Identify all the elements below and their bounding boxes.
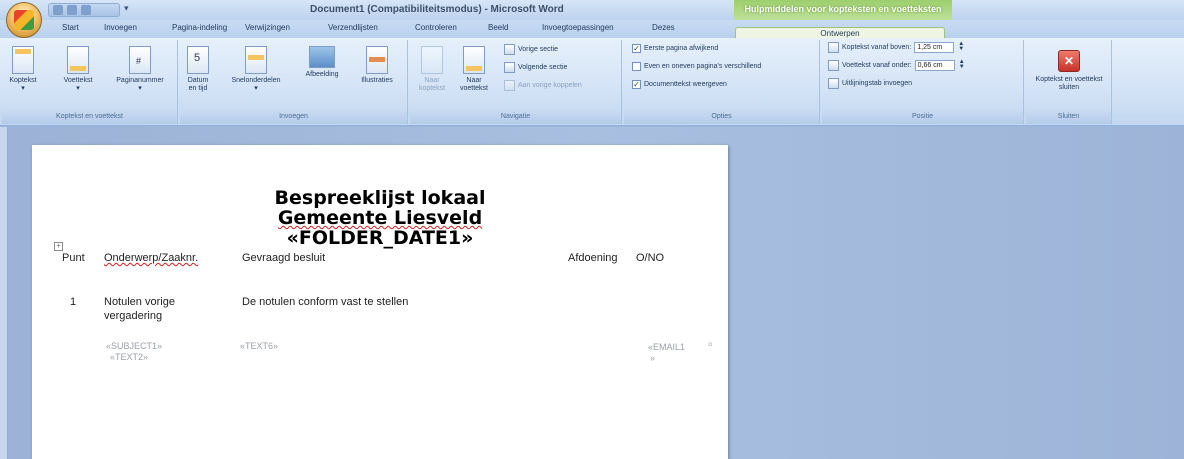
previous-section-button[interactable]: Vorige sectie (504, 44, 558, 55)
header-onderwerp: Onderwerp/Zaaknr. (104, 252, 199, 264)
different-odd-even-checkbox[interactable]: Even en oneven pagina's verschillend (632, 62, 761, 71)
quick-parts-icon (245, 46, 267, 74)
close-icon: ✕ (1058, 50, 1080, 72)
document-page[interactable]: Bespreeklijst lokaal Gemeente Liesveld «… (32, 145, 728, 459)
quick-access-toolbar[interactable] (48, 3, 120, 17)
title-bar: ▾ Document1 (Compatibiliteitsmodus) - Mi… (0, 0, 1184, 27)
group-navigation: Naar koptekst Naar voettekst Vorige sect… (410, 40, 622, 124)
field-text6: «TEXT6» (240, 341, 279, 351)
row1-onderwerp: Notulen vorige vergadering (104, 296, 175, 322)
checkbox-icon: ✓ (632, 80, 641, 89)
field-email-end: » (650, 353, 656, 363)
group-label: Opties (624, 111, 819, 124)
field-text2: «TEXT2» (110, 352, 149, 362)
goto-footer-icon (463, 46, 485, 74)
chevron-down-icon[interactable]: ▾ (124, 3, 134, 15)
row1-punt: 1 (70, 296, 77, 308)
vertical-ruler (0, 127, 8, 459)
goto-header-icon (421, 46, 443, 74)
row1-gevraagd-besluit: De notulen conform vast te stellen (242, 296, 409, 308)
clip-art-button[interactable]: Illustraties (352, 46, 402, 85)
clip-art-icon (366, 46, 388, 74)
header-from-top-input[interactable]: 1,25 cm (914, 42, 955, 53)
group-label: Positie (822, 111, 1023, 124)
insert-alignment-tab-button[interactable]: Uitlijningstab invoegen (828, 78, 912, 89)
group-options: ✓ Eerste pagina afwijkend Even en oneven… (624, 40, 820, 124)
close-header-footer-button[interactable]: ✕ Koptekst en voettekst sluiten (1030, 50, 1108, 92)
different-first-page-checkbox[interactable]: ✓ Eerste pagina afwijkend (632, 44, 718, 53)
tab-dezes[interactable]: Dezes (652, 23, 675, 32)
field-subject: «SUBJECT1» (106, 341, 163, 351)
show-document-text-checkbox[interactable]: ✓ Documenttekst weergeven (632, 80, 727, 89)
tab-verzendlijsten[interactable]: Verzendlijsten (328, 23, 378, 32)
office-button[interactable] (6, 2, 42, 38)
group-label: Navigatie (410, 111, 621, 124)
page-number-icon: # (129, 46, 151, 74)
footer-button[interactable]: Voettekst ▾ (58, 46, 98, 93)
checkbox-icon (632, 62, 641, 71)
group-label: Sluiten (1026, 111, 1111, 124)
page-number-button[interactable]: # Paginanummer ▾ (112, 46, 168, 93)
checkbox-icon: ✓ (632, 44, 641, 53)
tab-verwijzingen[interactable]: Verwijzingen (245, 23, 290, 32)
tab-start[interactable]: Start (62, 23, 79, 32)
alignment-tab-icon (828, 78, 839, 89)
tab-pagina-indeling[interactable]: Pagina-indeling (172, 23, 227, 32)
group-label: Invoegen (180, 111, 407, 124)
header-punt: Punt (62, 252, 85, 264)
title-line-1: Bespreeklijst lokaal (274, 187, 486, 209)
picture-icon (309, 46, 335, 68)
footer-from-bottom-row: Voettekst vanaf onder: 0,66 cm ▲ ▼ (828, 59, 966, 71)
cell-end-marker-icon: ¤ (708, 340, 713, 349)
picture-button[interactable]: Afbeelding (296, 46, 348, 79)
goto-footer-button[interactable]: Naar voettekst (454, 46, 494, 93)
group-close: ✕ Koptekst en voettekst sluiten Sluiten (1026, 40, 1112, 124)
header-position-icon (828, 42, 839, 53)
date-time-button[interactable]: 5 Datum en tijd (184, 46, 212, 93)
tab-invoegtoepassingen[interactable]: Invoegtoepassingen (542, 23, 614, 32)
link-icon (504, 80, 515, 91)
next-section-button[interactable]: Volgende sectie (504, 62, 567, 73)
link-to-previous-button[interactable]: Aan vorige koppelen (504, 80, 582, 91)
header-afdoening: Afdoening (568, 252, 618, 264)
previous-section-icon (504, 44, 515, 55)
window-title: Document1 (Compatibiliteitsmodus) - Micr… (310, 4, 564, 15)
calendar-icon: 5 (187, 46, 209, 74)
group-label: Koptekst en voettekst (2, 111, 177, 124)
spinner-icon[interactable]: ▲ ▼ (957, 41, 965, 53)
footer-icon (67, 46, 89, 74)
office-logo-icon (14, 10, 34, 30)
header-o-no: O/NO (636, 252, 665, 264)
group-header-footer: Koptekst ▾ Voettekst ▾ # Paginanummer ▾ Kop… (2, 40, 178, 124)
field-email: «EMAIL1 (648, 342, 686, 352)
footer-position-icon (828, 60, 839, 71)
header-from-top-row: Koptekst vanaf boven: 1,25 cm ▲ ▼ (828, 41, 965, 53)
quick-parts-button[interactable]: Snelonderdelen ▾ (218, 46, 294, 93)
group-position: Koptekst vanaf boven: 1,25 cm ▲ ▼ Voettek… (822, 40, 1024, 124)
header-icon (12, 46, 34, 74)
ribbon-tabs: Start Invoegen Pagina-indeling Verwijzin… (0, 20, 1184, 39)
tab-invoegen[interactable]: Invoegen (104, 23, 137, 32)
title-line-2: Gemeente Liesveld (277, 207, 483, 229)
header-gevraagd-besluit: Gevraagd besluit (242, 252, 326, 264)
spinner-icon[interactable]: ▲ ▼ (958, 59, 966, 71)
table-move-handle-icon[interactable]: + (54, 242, 63, 251)
ribbon: Koptekst ▾ Voettekst ▾ # Paginanummer ▾ Kop… (0, 38, 1184, 126)
group-insert: 5 Datum en tijd Snelonderdelen ▾ Afbeeldi… (180, 40, 408, 124)
goto-header-button[interactable]: Naar koptekst (412, 46, 452, 93)
next-section-icon (504, 62, 515, 73)
footer-from-bottom-input[interactable]: 0,66 cm (914, 60, 955, 71)
title-line-3: «FOLDER_DATE1» (286, 227, 474, 249)
tab-beeld[interactable]: Beeld (488, 23, 508, 32)
header-button[interactable]: Koptekst ▾ (4, 46, 42, 93)
tab-controleren[interactable]: Controleren (415, 23, 457, 32)
